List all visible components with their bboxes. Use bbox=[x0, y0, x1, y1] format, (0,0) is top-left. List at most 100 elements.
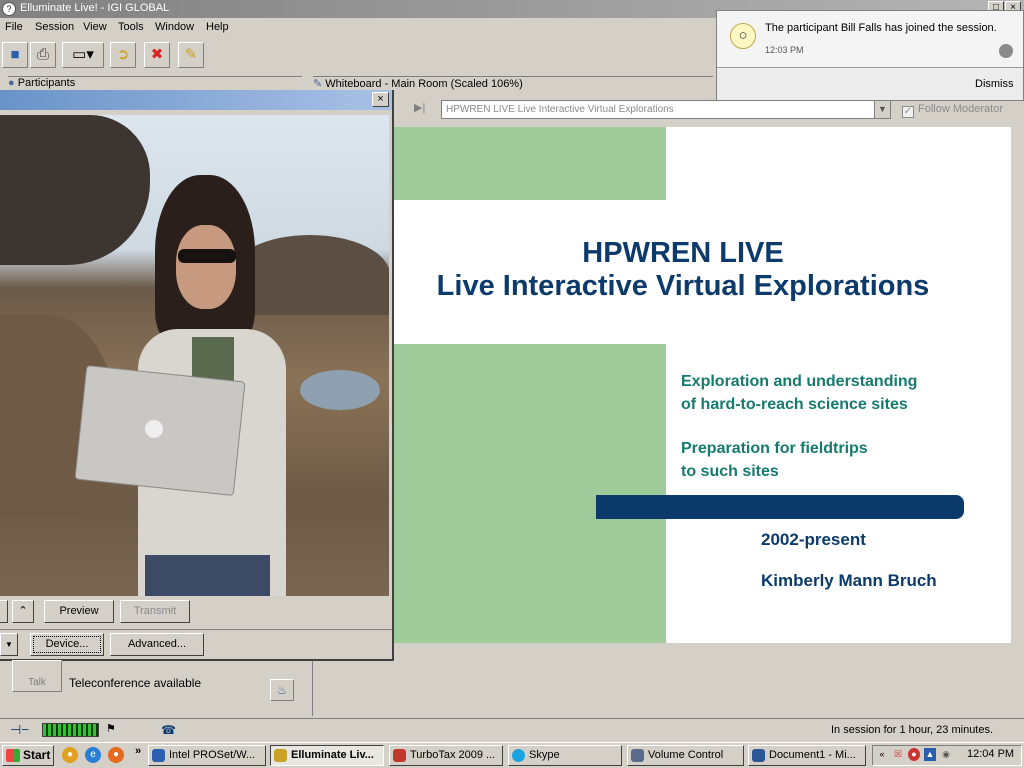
apple-logo-icon bbox=[145, 420, 163, 438]
notification-body: ○ The participant Bill Falls has joined … bbox=[717, 11, 1023, 68]
tray-volume-icon[interactable]: ◉ bbox=[940, 748, 952, 761]
slide-divider-bar bbox=[596, 495, 964, 519]
firefox-icon[interactable]: ● bbox=[108, 747, 124, 763]
pencil-icon: ✎ bbox=[313, 78, 323, 90]
phone-icon[interactable]: ☎ bbox=[161, 723, 176, 737]
checkbox-icon: ✓ bbox=[902, 106, 914, 118]
video-divider bbox=[0, 629, 392, 630]
notification-time: 12:03 PM bbox=[765, 45, 804, 55]
audio-level-meter bbox=[42, 723, 99, 737]
slide-bullet-1-line2: of hard-to-reach science sites bbox=[681, 396, 908, 413]
slide-title: HPWREN LIVE Live Interactive Virtual Exp… bbox=[393, 237, 973, 303]
slide-bullet-2: Preparation for fieldtrips to such sites bbox=[681, 437, 868, 483]
skype-icon bbox=[512, 749, 525, 762]
preview-button[interactable]: Preview bbox=[44, 600, 114, 623]
transmit-button[interactable]: Transmit bbox=[120, 600, 190, 623]
task-skype[interactable]: Skype bbox=[508, 745, 622, 766]
task-label: Intel PROSet/W... bbox=[169, 749, 256, 761]
chevron-down-icon[interactable]: ▼ bbox=[874, 101, 890, 118]
follow-moderator-checkbox[interactable]: ✓ Follow Moderator bbox=[902, 103, 1003, 118]
video-tidepool bbox=[300, 370, 380, 410]
connection-icon: ⊣− bbox=[10, 722, 29, 737]
presenter-face bbox=[176, 225, 236, 309]
elluminate-app-icon: ? bbox=[2, 2, 16, 16]
chrome-icon[interactable]: ● bbox=[62, 747, 78, 763]
menu-view[interactable]: View bbox=[83, 21, 107, 33]
chevron-down-icon[interactable]: ▼ bbox=[0, 633, 18, 656]
tray-antivirus-icon[interactable]: ● bbox=[908, 748, 920, 761]
page-select[interactable]: HPWREN LIVE Live Interactive Virtual Exp… bbox=[441, 100, 891, 119]
task-intel-proset[interactable]: Intel PROSet/W... bbox=[148, 745, 266, 766]
windows-logo-icon bbox=[6, 749, 20, 762]
word-icon bbox=[752, 749, 765, 762]
start-label: Start bbox=[23, 748, 51, 762]
video-feed bbox=[0, 115, 389, 596]
task-label: Elluminate Liv... bbox=[291, 749, 374, 761]
expand-up-icon[interactable]: ⌃ bbox=[12, 600, 34, 623]
presenter-jeans bbox=[145, 555, 270, 596]
task-document1[interactable]: Document1 - Mi... bbox=[748, 745, 866, 766]
menu-tools[interactable]: Tools bbox=[118, 21, 144, 33]
tray-expand-icon[interactable]: « bbox=[876, 748, 888, 761]
session-duration: In session for 1 hour, 23 minutes. bbox=[831, 724, 994, 736]
slide-green-block bbox=[393, 344, 666, 643]
advanced-button[interactable]: Advanced... bbox=[110, 633, 204, 656]
slide-title-line2: Live Interactive Virtual Explorations bbox=[436, 270, 930, 302]
start-button[interactable]: Start bbox=[2, 745, 54, 766]
quicklaunch-overflow-icon[interactable]: » bbox=[135, 745, 141, 757]
video-rock bbox=[0, 115, 150, 265]
task-label: TurboTax 2009 ... bbox=[410, 749, 496, 761]
talk-label: Talk bbox=[28, 677, 46, 688]
whiteboard-title: Whiteboard - Main Room (Scaled 106%) bbox=[325, 78, 523, 90]
presenter-sunglasses bbox=[178, 249, 236, 263]
menu-file[interactable]: File bbox=[5, 21, 23, 33]
volume-control-icon bbox=[631, 749, 644, 762]
elluminate-icon bbox=[274, 749, 287, 762]
task-volume-control[interactable]: Volume Control bbox=[627, 745, 744, 766]
status-dot-icon bbox=[999, 44, 1013, 58]
participants-title: Participants bbox=[17, 77, 76, 89]
menu-help[interactable]: Help bbox=[206, 21, 229, 33]
close-icon[interactable]: × bbox=[372, 92, 389, 107]
layout-icon[interactable]: ▭▾ bbox=[62, 42, 104, 68]
video-window: × ⌃ Preview Transmit ▼ Device... Advance… bbox=[0, 90, 394, 661]
slide-green-block bbox=[393, 127, 666, 200]
menu-window[interactable]: Window bbox=[155, 21, 194, 33]
notification-message: The participant Bill Falls has joined th… bbox=[765, 22, 997, 34]
window-title: Elluminate Live! - IGI GLOBAL bbox=[20, 2, 170, 14]
bell-icon[interactable]: ♨ bbox=[270, 679, 294, 701]
notes-icon[interactable]: ✎ bbox=[178, 42, 204, 68]
menu-session[interactable]: Session bbox=[35, 21, 74, 33]
task-elluminate[interactable]: Elluminate Liv... bbox=[270, 745, 384, 766]
internet-explorer-icon[interactable]: e bbox=[85, 747, 101, 763]
tray-wireless-icon[interactable]: ▲ bbox=[924, 748, 936, 761]
lightbulb-icon: ○ bbox=[730, 23, 756, 49]
page-select-value: HPWREN LIVE Live Interactive Virtual Exp… bbox=[446, 104, 674, 115]
device-button[interactable]: Device... bbox=[30, 633, 104, 656]
save-icon[interactable]: ■ bbox=[2, 42, 28, 68]
task-label: Volume Control bbox=[648, 749, 724, 761]
lock-icon: ⚑ bbox=[106, 723, 116, 735]
dismiss-link[interactable]: Dismiss bbox=[975, 78, 1014, 90]
intel-proset-icon bbox=[152, 749, 165, 762]
share-icon[interactable]: ➲ bbox=[110, 42, 136, 68]
slide-bullet-1-line1: Exploration and understanding bbox=[681, 373, 918, 390]
talk-button[interactable]: Talk bbox=[12, 660, 62, 692]
tray-network-icon[interactable]: ☒ bbox=[892, 748, 904, 761]
video-window-titlebar[interactable] bbox=[0, 90, 392, 110]
disconnect-icon[interactable]: ✖ bbox=[144, 42, 170, 68]
follow-moderator-label: Follow Moderator bbox=[918, 103, 1003, 115]
slide-bullet-1: Exploration and understanding of hard-to… bbox=[681, 370, 917, 416]
last-page-icon[interactable]: ▶| bbox=[414, 101, 425, 114]
task-turbotax[interactable]: TurboTax 2009 ... bbox=[389, 745, 503, 766]
video-side-button[interactable] bbox=[0, 600, 8, 623]
slide-title-line1: HPWREN LIVE bbox=[582, 237, 784, 269]
join-notification: ○ The participant Bill Falls has joined … bbox=[716, 10, 1024, 101]
teleconference-status: Teleconference available bbox=[69, 676, 202, 690]
print-icon[interactable]: ⎙ bbox=[30, 42, 56, 68]
task-label: Document1 - Mi... bbox=[769, 749, 856, 761]
slide-author: Kimberly Mann Bruch bbox=[761, 571, 937, 590]
slide-bullet-2-line2: to such sites bbox=[681, 463, 779, 480]
taskbar-clock: 12:04 PM bbox=[967, 748, 1015, 760]
slide-bullet-2-line1: Preparation for fieldtrips bbox=[681, 440, 868, 457]
